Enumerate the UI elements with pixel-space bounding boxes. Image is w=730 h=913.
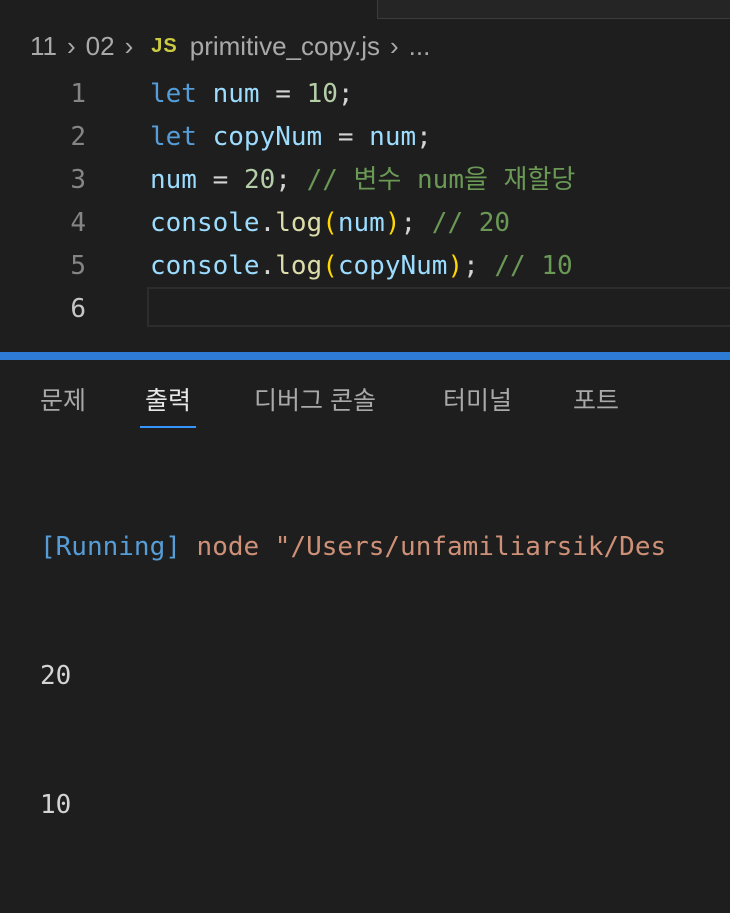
code-token-operator: = bbox=[259, 79, 307, 109]
line-content: let copyNum = num; bbox=[150, 116, 432, 159]
chevron-right-icon: › bbox=[67, 30, 76, 61]
run-command: node "/Users/unfamiliarsik/Des bbox=[180, 532, 667, 562]
active-tab-indicator bbox=[140, 426, 197, 428]
code-token-comment: // 변수 num을 재할당 bbox=[306, 165, 576, 195]
line-content: num = 20; // 변수 num을 재할당 bbox=[150, 159, 575, 202]
code-token-operator: ; bbox=[337, 79, 354, 109]
breadcrumb-symbol-ellipsis[interactable]: ... bbox=[409, 31, 431, 62]
line-number: 3 bbox=[70, 165, 86, 195]
code-token-operator: = bbox=[196, 165, 244, 195]
running-tag: [Running] bbox=[40, 532, 181, 562]
code-token-keyword: let bbox=[150, 122, 197, 152]
chevron-right-icon: › bbox=[124, 30, 134, 61]
code-token-bracket: ( bbox=[322, 251, 338, 281]
tab-output[interactable]: 출력 bbox=[140, 380, 197, 428]
panel-tabs: 문제 출력 디버그 콘솔 터미널 포트 bbox=[0, 380, 730, 428]
code-token-function: log bbox=[275, 208, 323, 238]
code-token-keyword: let bbox=[150, 79, 197, 109]
breadcrumb-folder-02[interactable]: 02 bbox=[86, 31, 115, 62]
code-token-operator: . bbox=[259, 208, 276, 238]
code-token-operator: . bbox=[259, 251, 276, 281]
code-token-comment: // 20 bbox=[431, 208, 511, 238]
tab-problems-label: 문제 bbox=[40, 387, 87, 415]
tab-ports-label: 포트 bbox=[573, 387, 620, 415]
code-token-operator: ; bbox=[400, 208, 432, 238]
tab-ports[interactable]: 포트 bbox=[573, 380, 619, 428]
tab-terminal[interactable]: 터미널 bbox=[443, 380, 512, 428]
line-content: let num = 10; bbox=[150, 73, 354, 116]
code-token-operator: ; bbox=[275, 165, 307, 195]
code-token-bracket: ) bbox=[384, 208, 401, 238]
bottom-panel: 문제 출력 디버그 콘솔 터미널 포트 [Running] node "/Use… bbox=[0, 360, 730, 820]
javascript-file-icon: JS bbox=[151, 34, 178, 57]
tab-output-label: 출력 bbox=[145, 387, 192, 415]
code-token-variable: num bbox=[369, 122, 417, 152]
breadcrumb: 11 › 02 › JS primitive_copy.js › ... bbox=[30, 28, 430, 64]
code-token-variable: copyNum bbox=[212, 122, 323, 152]
code-token-variable: num bbox=[212, 79, 260, 109]
code-line[interactable]: 4 console.log(num); // 20 bbox=[0, 202, 730, 245]
line-content: console.log(copyNum); // 10 bbox=[150, 245, 573, 288]
panel-top-border[interactable] bbox=[0, 352, 730, 360]
line-number: 1 bbox=[70, 79, 86, 109]
line-number: 5 bbox=[70, 251, 86, 281]
code-token-variable: copyNum bbox=[337, 251, 448, 281]
line-number: 4 bbox=[70, 208, 86, 238]
breadcrumb-folder-11[interactable]: 11 bbox=[30, 31, 57, 62]
code-token-number: 20 bbox=[243, 165, 276, 195]
line-content: console.log(num); // 20 bbox=[150, 202, 510, 245]
output-line: 20 bbox=[40, 661, 72, 691]
code-line[interactable]: 2 let copyNum = num; bbox=[0, 116, 730, 159]
tab-debug-console-label: 디버그 콘솔 bbox=[254, 387, 376, 415]
tab-terminal-label: 터미널 bbox=[443, 387, 513, 415]
line-number: 2 bbox=[70, 122, 86, 152]
breadcrumb-file[interactable]: primitive_copy.js bbox=[190, 31, 380, 62]
output-running-line: [Running] node "/Users/unfamiliarsik/Des bbox=[40, 526, 666, 569]
code-token-variable: num bbox=[337, 208, 385, 238]
overlay-widget bbox=[377, 0, 730, 19]
code-token-bracket: ) bbox=[447, 251, 464, 281]
tab-problems[interactable]: 문제 bbox=[40, 380, 86, 428]
code-editor[interactable]: 11 › 02 › JS primitive_copy.js › ... 1 le… bbox=[0, 0, 730, 352]
chevron-right-icon: › bbox=[389, 30, 399, 61]
line-number: 6 bbox=[70, 294, 86, 324]
code-token-number: 10 bbox=[306, 79, 338, 109]
code-line[interactable]: 5 console.log(copyNum); // 10 bbox=[0, 245, 730, 288]
code-token-comment: // 10 bbox=[494, 251, 573, 281]
code-line[interactable]: 3 num = 20; // 변수 num을 재할당 bbox=[0, 159, 730, 202]
code-token-variable: num bbox=[150, 165, 197, 195]
code-token-operator: ; bbox=[416, 122, 432, 152]
code-line[interactable]: 1 let num = 10; bbox=[0, 73, 730, 116]
tab-debug-console[interactable]: 디버그 콘솔 bbox=[254, 380, 376, 428]
code-area[interactable]: 1 let num = 10; 2 let copyNum = num; 3 num = … bbox=[0, 73, 730, 331]
code-token-variable: console bbox=[150, 208, 260, 238]
output-line: 10 bbox=[40, 790, 72, 820]
code-token-function: log bbox=[275, 251, 323, 281]
output-log[interactable]: [Running] node "/Users/unfamiliarsik/Des… bbox=[40, 440, 666, 913]
code-line[interactable]: 6 bbox=[0, 287, 730, 331]
current-line-highlight bbox=[147, 287, 730, 327]
code-token-bracket: ( bbox=[322, 208, 338, 238]
code-token-operator: = bbox=[322, 122, 370, 152]
code-token-variable: console bbox=[150, 251, 260, 281]
code-token-operator: ; bbox=[463, 251, 495, 281]
